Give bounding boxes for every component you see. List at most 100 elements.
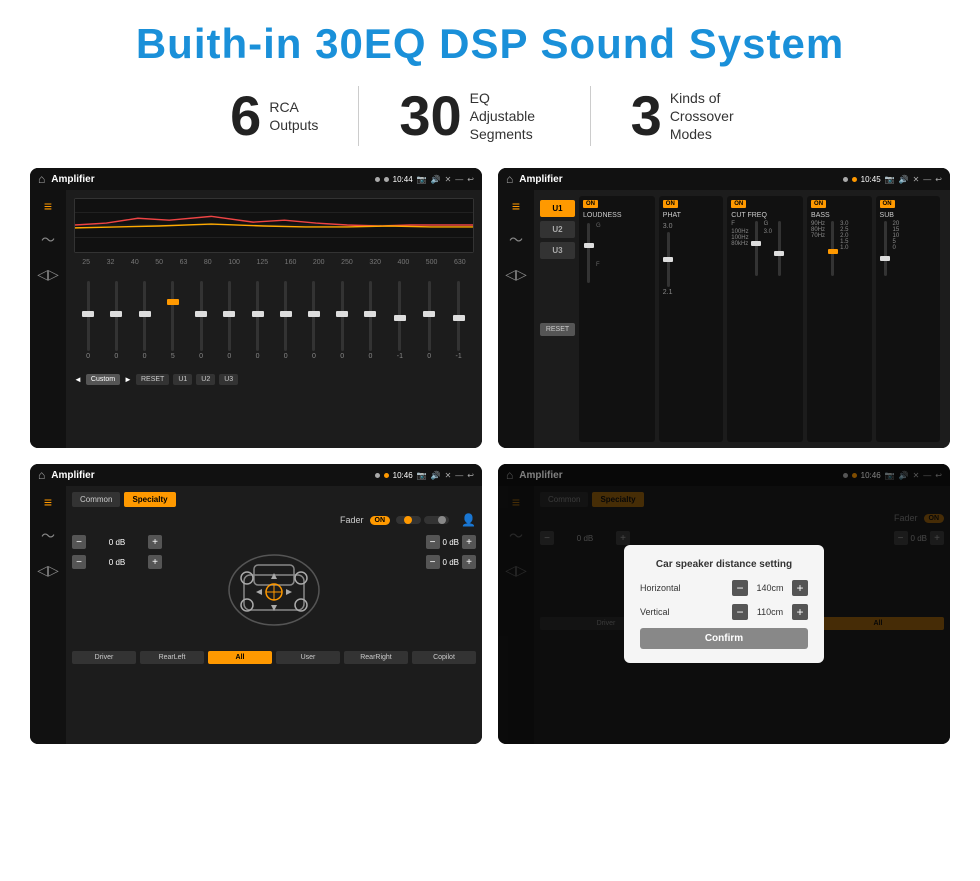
horizontal-minus-btn[interactable]: −: [732, 580, 748, 596]
sub-on[interactable]: ON: [880, 200, 895, 208]
eq-custom-btn[interactable]: Custom: [86, 374, 120, 385]
loudness-on[interactable]: ON: [583, 200, 598, 208]
loudness-control: ON LOUDNESS GF: [579, 196, 655, 442]
eq-slider-7[interactable]: 0: [256, 270, 260, 370]
vertical-minus-btn[interactable]: −: [732, 604, 748, 620]
eq-slider-12[interactable]: -1: [397, 270, 403, 370]
fader-home-icon[interactable]: ⌂: [38, 468, 45, 482]
crossover-back-icon[interactable]: ↩: [935, 175, 942, 184]
fader-back-icon[interactable]: ↩: [467, 471, 474, 480]
fader-on-pill[interactable]: ON: [370, 516, 391, 525]
eq-slider-11[interactable]: 0: [369, 270, 373, 370]
crossover-app-name: Amplifier: [519, 174, 836, 185]
eq-slider-6[interactable]: 0: [227, 270, 231, 370]
fader-eq-icon[interactable]: ≡: [44, 494, 52, 510]
eq-u1-btn[interactable]: U1: [173, 374, 192, 385]
cutfreq-on[interactable]: ON: [731, 200, 746, 208]
preset-u3[interactable]: U3: [540, 242, 575, 259]
eq-next-arrow[interactable]: ►: [124, 375, 132, 384]
horizontal-plus-btn[interactable]: +: [792, 580, 808, 596]
sub-track[interactable]: [884, 221, 887, 276]
db-row-4: − 0 dB +: [426, 555, 476, 569]
eq-slider-10[interactable]: 0: [340, 270, 344, 370]
cutfreq-track2[interactable]: [778, 221, 781, 276]
eq-slider-14[interactable]: -1: [456, 270, 462, 370]
bass-on[interactable]: ON: [811, 200, 826, 208]
copilot-btn[interactable]: Copilot: [412, 651, 476, 664]
crossover-x-icon[interactable]: ✕: [913, 175, 920, 184]
eq-home-icon[interactable]: ⌂: [38, 172, 45, 186]
preset-reset[interactable]: RESET: [540, 323, 575, 336]
db-plus-2[interactable]: +: [148, 555, 162, 569]
eq-prev-arrow[interactable]: ◄: [74, 375, 82, 384]
db-plus-1[interactable]: +: [148, 535, 162, 549]
phat-track[interactable]: [667, 232, 670, 287]
tab-common[interactable]: Common: [72, 492, 120, 507]
crossover-min-icon[interactable]: —: [923, 175, 931, 184]
stat-rca-number: 6: [230, 88, 261, 144]
fader-min-icon[interactable]: —: [455, 471, 463, 480]
eq-slider-1[interactable]: 0: [86, 270, 90, 370]
crossover-dot2: [852, 177, 857, 182]
eq-graph: [74, 198, 474, 253]
stat-eq-number: 30: [399, 88, 461, 144]
tab-specialty[interactable]: Specialty: [124, 492, 175, 507]
eq-back-icon[interactable]: ↩: [467, 175, 474, 184]
db-plus-3[interactable]: +: [462, 535, 476, 549]
eq-reset-btn[interactable]: RESET: [136, 374, 169, 385]
eq-side-wave-icon[interactable]: 〜: [41, 230, 55, 250]
eq-slider-8[interactable]: 0: [284, 270, 288, 370]
eq-freq-500: 500: [426, 259, 438, 266]
eq-slider-13[interactable]: 0: [427, 270, 431, 370]
eq-side-eq-icon[interactable]: ≡: [44, 198, 52, 214]
eq-freq-200: 200: [313, 259, 325, 266]
db-minus-2[interactable]: −: [72, 555, 86, 569]
eq-screen: ⌂ Amplifier 10:44 📷 🔊 ✕ — ↩ ≡ 〜 ◁▷: [30, 168, 482, 448]
bass-track[interactable]: [831, 221, 834, 276]
eq-u3-btn[interactable]: U3: [219, 374, 238, 385]
eq-u2-btn[interactable]: U2: [196, 374, 215, 385]
crossover-wave-icon[interactable]: 〜: [509, 230, 523, 250]
db-val-3: 0 dB: [443, 538, 459, 547]
db-val-2: 0 dB: [89, 558, 145, 567]
preset-u1[interactable]: U1: [540, 200, 575, 217]
db-plus-4[interactable]: +: [462, 555, 476, 569]
crossover-vol-icon[interactable]: ◁▷: [505, 266, 527, 283]
rear-left-btn[interactable]: RearLeft: [140, 651, 204, 664]
eq-slider-3[interactable]: 0: [143, 270, 147, 370]
fader-track-1[interactable]: [396, 516, 421, 524]
fader-wave-icon[interactable]: 〜: [41, 526, 55, 546]
eq-vol-icon: 🔊: [431, 175, 441, 184]
rear-right-btn[interactable]: RearRight: [344, 651, 408, 664]
fader-x-icon[interactable]: ✕: [445, 471, 452, 480]
crossover-home-icon[interactable]: ⌂: [506, 172, 513, 186]
crossover-eq-icon[interactable]: ≡: [512, 198, 520, 214]
horizontal-label: Horizontal: [640, 583, 681, 593]
confirm-button[interactable]: Confirm: [640, 628, 808, 649]
fader-track-2[interactable]: [424, 516, 449, 524]
user-btn[interactable]: User: [276, 651, 340, 664]
eq-slider-9[interactable]: 0: [312, 270, 316, 370]
db-minus-1[interactable]: −: [72, 535, 86, 549]
cutfreq-track1[interactable]: [755, 221, 758, 276]
driver-btn[interactable]: Driver: [72, 651, 136, 664]
stat-rca: 6 RCAOutputs: [190, 88, 358, 144]
fader-expand-icon[interactable]: ◁▷: [37, 562, 59, 579]
eq-min-icon[interactable]: —: [455, 175, 463, 184]
eq-side-vol-icon[interactable]: ◁▷: [37, 266, 59, 283]
fader-control-row: Fader ON 👤: [72, 513, 476, 527]
eq-slider-4[interactable]: 5: [171, 270, 175, 370]
eq-x-icon[interactable]: ✕: [445, 175, 452, 184]
eq-slider-2[interactable]: 0: [114, 270, 118, 370]
crossover-main: U1 U2 U3 RESET ON LOUDNESS: [534, 190, 950, 448]
loudness-low-track[interactable]: [587, 223, 590, 283]
phat-on[interactable]: ON: [663, 200, 678, 208]
all-btn[interactable]: All: [208, 651, 272, 664]
eq-slider-5[interactable]: 0: [199, 270, 203, 370]
eq-freq-630: 630: [454, 259, 466, 266]
db-row-2: − 0 dB +: [72, 555, 162, 569]
db-minus-4[interactable]: −: [426, 555, 440, 569]
vertical-plus-btn[interactable]: +: [792, 604, 808, 620]
db-minus-3[interactable]: −: [426, 535, 440, 549]
preset-u2[interactable]: U2: [540, 221, 575, 238]
